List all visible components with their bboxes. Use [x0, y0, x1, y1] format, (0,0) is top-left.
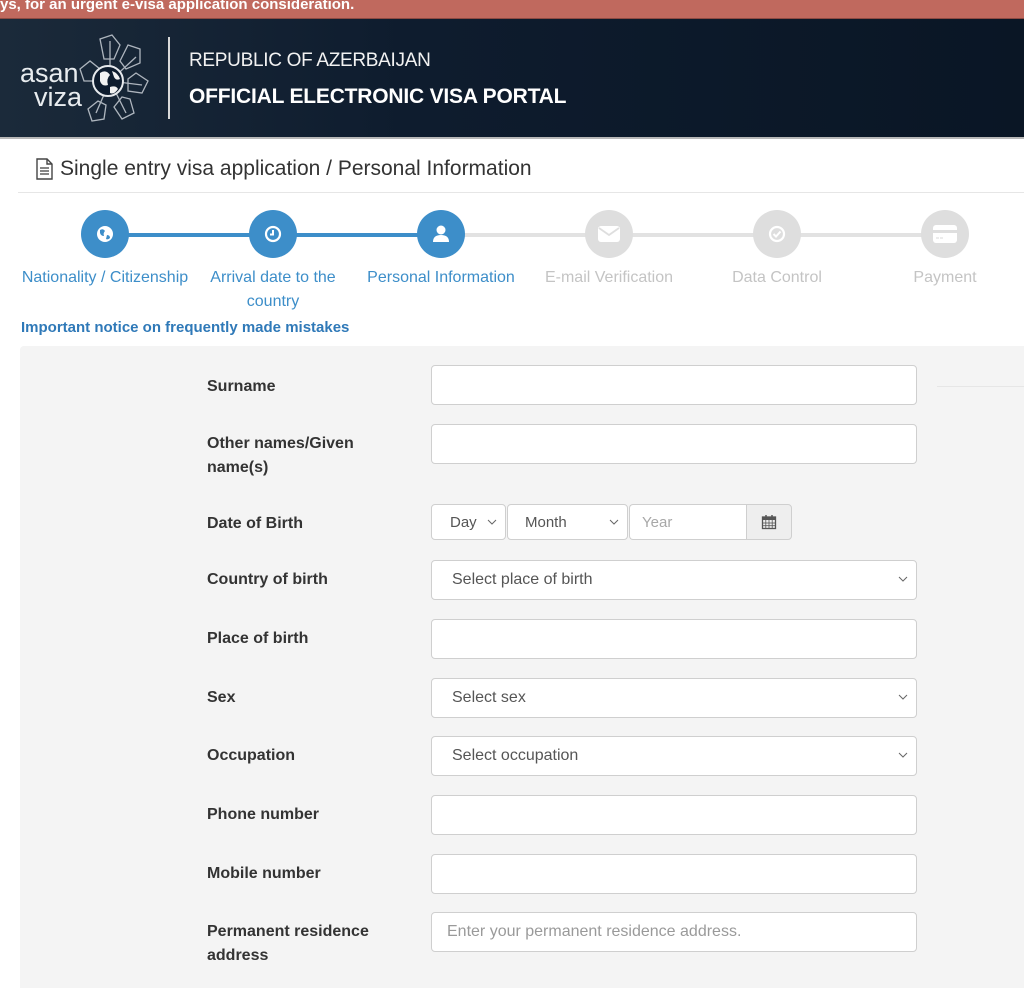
dob-month-value: Month	[525, 513, 567, 531]
step-label: Personal Information	[367, 269, 515, 286]
clock-icon	[264, 225, 282, 243]
chevron-down-icon	[609, 519, 619, 525]
phone-number-input[interactable]	[431, 795, 917, 835]
step-circle	[585, 210, 633, 258]
step-email-verification: E-mail Verification	[524, 210, 694, 290]
step-data-control: Data Control	[692, 210, 862, 290]
urgent-notice-text: ys, for an urgent e-visa application con…	[0, 0, 355, 13]
place-of-birth-input[interactable]	[431, 619, 917, 659]
step-circle	[921, 210, 969, 258]
chevron-down-icon	[898, 752, 908, 758]
step-label: Payment	[913, 269, 977, 286]
chevron-down-icon	[487, 519, 497, 525]
header-country: REPUBLIC OF AZERBAIJAN	[189, 50, 431, 71]
place-of-birth-label: Place of birth	[207, 630, 309, 647]
date-of-birth-label: Date of Birth	[207, 515, 303, 532]
check-circle-icon	[768, 225, 786, 243]
calendar-icon	[761, 515, 777, 530]
sex-value: Select sex	[452, 689, 526, 706]
site-header: asan viza REPUBLIC OF AZERBAIJAN OFFICIA…	[0, 19, 1024, 139]
surname-label: Surname	[207, 378, 276, 395]
address-input[interactable]	[431, 912, 917, 952]
urgent-notice-banner: ys, for an urgent e-visa application con…	[0, 0, 1024, 19]
step-payment: Payment	[860, 210, 1024, 290]
given-names-label: Other names/Given name(s)	[207, 435, 354, 476]
chevron-down-icon	[898, 694, 908, 700]
asan-viza-logo[interactable]: asan viza	[18, 33, 158, 129]
page-title: Single entry visa application / Personal…	[35, 157, 532, 181]
step-label: Arrival date to the country	[210, 269, 336, 310]
step-circle	[417, 210, 465, 258]
sex-select[interactable]: Select sex	[431, 678, 917, 718]
file-text-icon	[36, 158, 53, 180]
country-of-birth-select[interactable]: Select place of birth	[431, 560, 917, 600]
step-circle	[753, 210, 801, 258]
flower-globe-icon	[79, 34, 149, 122]
personal-information-form: Surname Other names/Given name(s) Date o…	[20, 346, 1024, 988]
phone-number-label: Phone number	[207, 806, 320, 823]
dob-day-value: Day	[450, 513, 477, 531]
step-circle	[249, 210, 297, 258]
surname-input[interactable]	[431, 365, 917, 405]
important-notice-link[interactable]: Important notice on frequently made mist…	[21, 319, 349, 336]
country-of-birth-label: Country of birth	[207, 571, 328, 588]
envelope-icon	[598, 226, 620, 242]
step-arrival-date[interactable]: Arrival date to the country	[188, 210, 358, 314]
application-progress-steps: Nationality / Citizenship Arrival date t…	[20, 210, 1024, 320]
step-nationality[interactable]: Nationality / Citizenship	[20, 210, 190, 290]
dob-year-input[interactable]: Year	[629, 504, 746, 540]
chevron-down-icon	[898, 576, 908, 582]
step-label: Data Control	[732, 269, 822, 286]
globe-icon	[97, 226, 113, 242]
header-portal-title: OFFICIAL ELECTRONIC VISA PORTAL	[189, 85, 567, 108]
dob-month-select[interactable]: Month	[507, 504, 628, 540]
occupation-select[interactable]: Select occupation	[431, 736, 917, 776]
dob-day-select[interactable]: Day	[431, 504, 506, 540]
credit-card-icon	[933, 225, 957, 243]
address-label: Permanent residence address	[207, 923, 369, 964]
page-title-text: Single entry visa application / Personal…	[60, 157, 532, 180]
calendar-button[interactable]	[746, 504, 792, 540]
given-names-input[interactable]	[431, 424, 917, 464]
step-label: E-mail Verification	[544, 269, 674, 286]
mobile-number-label: Mobile number	[207, 865, 321, 882]
mobile-number-input[interactable]	[431, 854, 917, 894]
occupation-value: Select occupation	[452, 747, 579, 764]
header-divider	[168, 37, 170, 119]
date-of-birth-group: Day Month Year	[431, 504, 792, 540]
step-circle	[81, 210, 129, 258]
title-divider	[18, 192, 1024, 193]
sex-label: Sex	[207, 689, 236, 706]
country-of-birth-value: Select place of birth	[452, 571, 593, 588]
step-label: Nationality / Citizenship	[21, 269, 189, 286]
user-icon	[433, 225, 449, 242]
occupation-label: Occupation	[207, 747, 296, 764]
row-divider	[937, 386, 1024, 387]
step-personal-information[interactable]: Personal Information	[356, 210, 526, 290]
dob-year-placeholder: Year	[642, 513, 673, 531]
